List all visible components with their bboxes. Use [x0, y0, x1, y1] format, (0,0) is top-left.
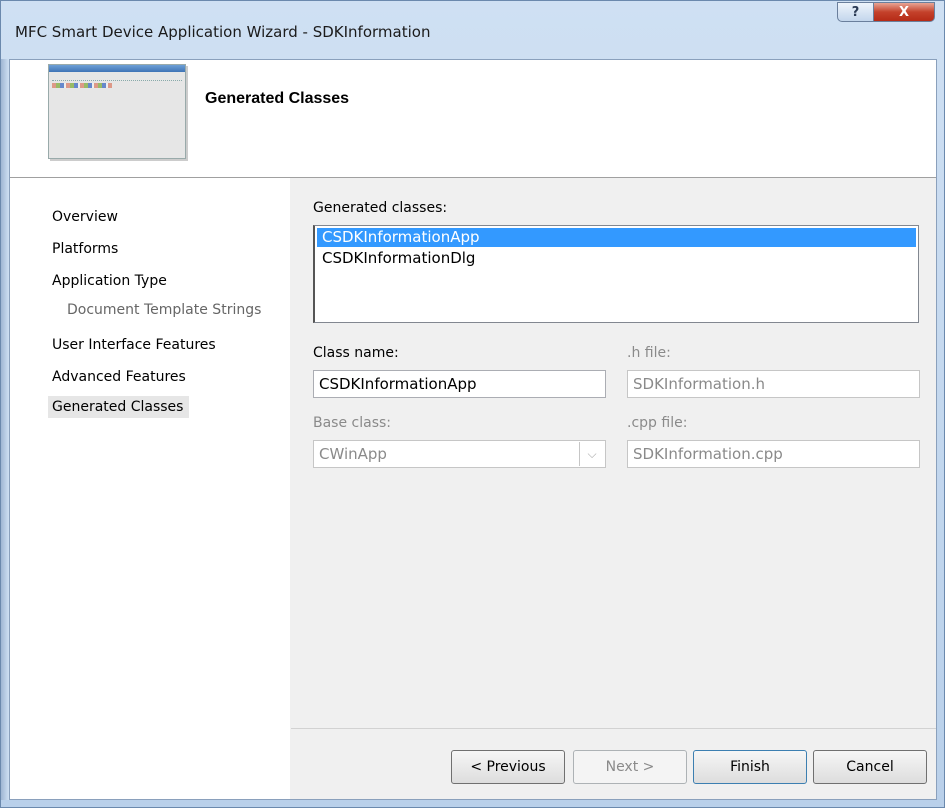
- base-class-value: CWinApp: [319, 445, 387, 463]
- class-name-label: Class name:: [313, 345, 399, 361]
- class-name-input[interactable]: CSDKInformationApp: [313, 370, 606, 398]
- nav-item-platforms[interactable]: Platforms: [52, 241, 118, 257]
- cancel-button[interactable]: Cancel: [813, 750, 927, 784]
- window-frame: [1, 59, 9, 800]
- nav-item-user-interface-features[interactable]: User Interface Features: [52, 337, 216, 353]
- list-item[interactable]: CSDKInformationApp: [317, 228, 916, 247]
- wizard-header: Generated Classes: [10, 60, 936, 178]
- title-bar[interactable]: MFC Smart Device Application Wizard - SD…: [1, 1, 944, 59]
- h-file-input[interactable]: SDKInformation.h: [627, 370, 920, 398]
- nav-item-overview[interactable]: Overview: [52, 209, 118, 225]
- cpp-file-label: .cpp file:: [627, 415, 688, 431]
- generated-classes-list[interactable]: CSDKInformationApp CSDKInformationDlg: [313, 225, 919, 323]
- button-separator: [291, 728, 936, 729]
- chevron-down-icon[interactable]: ⌵: [579, 442, 604, 466]
- help-button[interactable]: ?: [837, 2, 874, 22]
- wizard-navigation: Overview Platforms Application Type Docu…: [10, 178, 290, 799]
- base-class-combo[interactable]: CWinApp ⌵: [313, 440, 606, 468]
- nav-item-document-template-strings[interactable]: Document Template Strings: [67, 302, 261, 318]
- wizard-client-area: Generated Classes Overview Platforms App…: [9, 59, 937, 800]
- page-title: Generated Classes: [205, 90, 350, 107]
- list-item[interactable]: CSDKInformationDlg: [317, 249, 916, 268]
- window-title: MFC Smart Device Application Wizard - SD…: [15, 23, 431, 41]
- nav-item-advanced-features[interactable]: Advanced Features: [52, 369, 186, 385]
- previous-button[interactable]: < Previous: [451, 750, 565, 784]
- wizard-thumbnail-image: [48, 64, 186, 159]
- next-button[interactable]: Next >: [573, 750, 687, 784]
- generated-classes-label: Generated classes:: [313, 200, 448, 216]
- base-class-label: Base class:: [313, 415, 392, 431]
- generated-classes-panel: Generated classes: CSDKInformationApp CS…: [291, 178, 936, 799]
- wizard-window: MFC Smart Device Application Wizard - SD…: [0, 0, 945, 808]
- close-button[interactable]: X: [873, 2, 935, 22]
- nav-item-generated-classes[interactable]: Generated Classes: [48, 396, 190, 418]
- nav-item-application-type[interactable]: Application Type: [52, 273, 167, 289]
- h-file-label: .h file:: [627, 345, 671, 361]
- finish-button[interactable]: Finish: [693, 750, 807, 784]
- cpp-file-input[interactable]: SDKInformation.cpp: [627, 440, 920, 468]
